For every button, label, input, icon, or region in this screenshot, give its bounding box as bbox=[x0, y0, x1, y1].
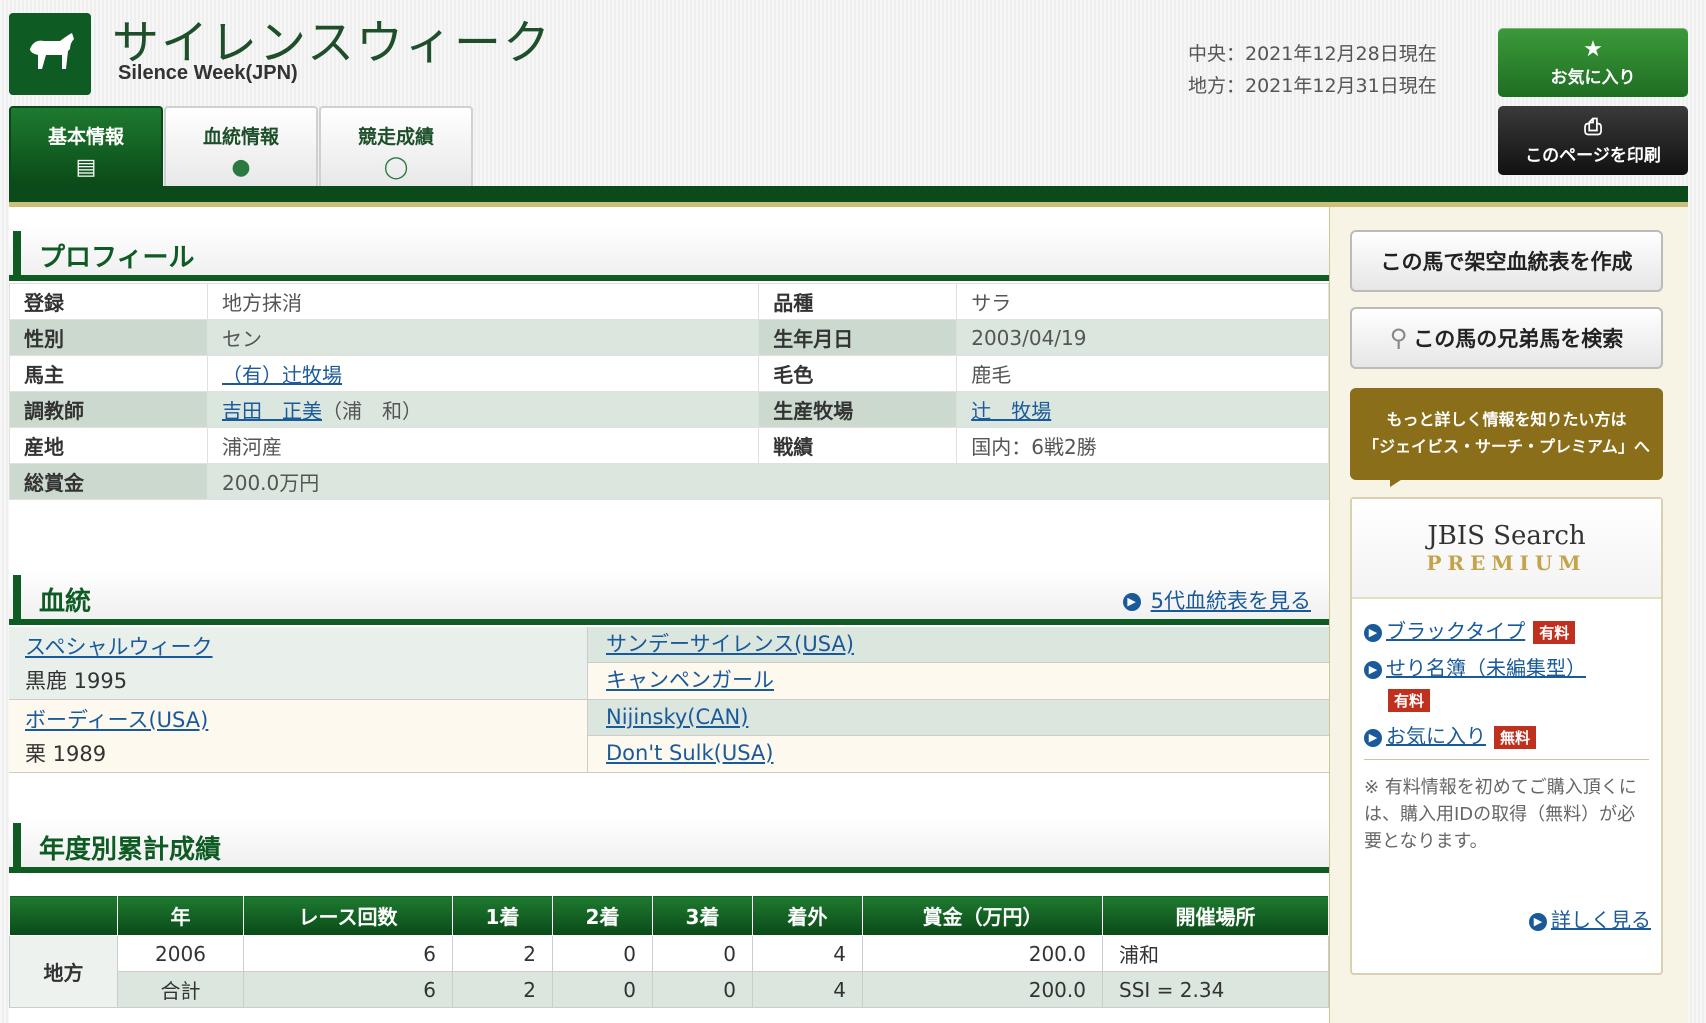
sire-sire-link[interactable]: サンデーサイレンス(USA) bbox=[606, 632, 854, 656]
sire-dam-link[interactable]: キャンペンガール bbox=[606, 668, 774, 692]
list-item: ▶ せり名簿（未編集型） 有料 bbox=[1364, 652, 1649, 712]
more-details-link[interactable]: 詳しく見る bbox=[1551, 908, 1651, 932]
tab-bar bbox=[9, 186, 1688, 202]
list-item: ▶ ブラックタイプ 有料 bbox=[1364, 615, 1649, 644]
purchase-note: ※ 有料情報を初めてご購入頂くには、購入用IDの取得（無料）が必要となります。 bbox=[1364, 759, 1649, 855]
arrow-icon: ▶ bbox=[1364, 623, 1382, 642]
table-row: ボーディース(USA) 栗 1989 Nijinsky(CAN) Don't S… bbox=[9, 700, 1329, 773]
table-row: 総賞金 200.0万円 bbox=[9, 463, 1329, 500]
document-icon: ▤ bbox=[75, 155, 97, 180]
search-siblings-button[interactable]: ⚲ この馬の兄弟馬を検索 bbox=[1350, 307, 1663, 369]
tab-basic-info[interactable]: 基本情報 ▤ bbox=[9, 106, 163, 186]
jbis-logo: JBIS Search PREMIUM bbox=[1352, 499, 1661, 599]
black-type-link[interactable]: ブラックタイプ bbox=[1386, 619, 1525, 643]
table-row: 産地 浦河産 戦績 国内：6戦2勝 bbox=[9, 427, 1329, 464]
breeder-link[interactable]: 辻 牧場 bbox=[971, 399, 1051, 423]
arrow-icon: ▶ bbox=[1122, 593, 1141, 611]
search-icon: ⚲ bbox=[1389, 324, 1408, 352]
favorites-link[interactable]: お気に入り bbox=[1386, 724, 1486, 748]
date-local: 地方：2021年12月31日現在 bbox=[1188, 75, 1437, 97]
premium-box: JBIS Search PREMIUM ▶ ブラックタイプ 有料 ▶ せり名簿（未編集… bbox=[1350, 497, 1663, 975]
main-content: プロフィール 登録 地方抹消 品種 サラ 性別 セン 生年月日 2003/04/… bbox=[9, 207, 1329, 1023]
pedigree-heading: 血統 ▶ 5代血統表を見る bbox=[9, 569, 1329, 625]
table-row: 登録 地方抹消 品種 サラ bbox=[9, 283, 1329, 320]
arrow-icon: ▶ bbox=[1364, 728, 1382, 747]
premium-promo[interactable]: もっと詳しく情報を知りたい方は 「ジェイビス・サーチ・プレミアム」へ bbox=[1350, 388, 1663, 487]
sire-link[interactable]: スペシャルウィーク bbox=[25, 635, 213, 659]
paid-badge: 有料 bbox=[1533, 621, 1576, 644]
profile-table: 登録 地方抹消 品種 サラ 性別 セン 生年月日 2003/04/19 馬主 （… bbox=[9, 283, 1329, 500]
table-row: 調教師 吉田 正美（浦 和） 生産牧場 辻 牧場 bbox=[9, 391, 1329, 428]
dam-link[interactable]: ボーディース(USA) bbox=[25, 708, 208, 732]
printer-icon: ⎙ bbox=[1584, 115, 1602, 140]
table-row: 合計 6 2 0 0 4 200.0 SSI = 2.34 bbox=[10, 971, 1329, 1008]
date-central: 中央：2021年12月28日現在 bbox=[1188, 43, 1437, 65]
track-icon: ◯ bbox=[383, 155, 409, 180]
auction-catalog-link[interactable]: せり名簿（未編集型） bbox=[1386, 656, 1586, 680]
tab-race-results[interactable]: 競走成績 ◯ bbox=[319, 106, 473, 186]
table-header-row: 年 レース回数 1着 2着 3着 着外 賞金（万円） 開催場所 bbox=[9, 895, 1329, 936]
tab-pedigree-info[interactable]: 血統情報 ● bbox=[164, 106, 318, 186]
arrow-icon: ▶ bbox=[1529, 912, 1547, 931]
dam-sire-link[interactable]: Nijinsky(CAN) bbox=[606, 705, 748, 729]
table-row: 性別 セン 生年月日 2003/04/19 bbox=[9, 319, 1329, 356]
paid-badge: 有料 bbox=[1388, 689, 1431, 712]
table-row: 馬主 （有）辻牧場 毛色 鹿毛 bbox=[9, 355, 1329, 392]
drop-icon: ● bbox=[231, 155, 251, 180]
owner-link[interactable]: （有）辻牧場 bbox=[222, 363, 342, 387]
pedigree-table: スペシャルウィーク 黒鹿 1995 サンデーサイレンス(USA) キャンペンガー… bbox=[9, 627, 1329, 773]
sidebar: この馬で架空血統表を作成 ⚲ この馬の兄弟馬を検索 もっと詳しく情報を知りたい方… bbox=[1329, 207, 1688, 1023]
page-subtitle: Silence Week(JPN) bbox=[118, 62, 298, 84]
arrow-icon: ▶ bbox=[1364, 660, 1382, 679]
create-pedigree-button[interactable]: この馬で架空血統表を作成 bbox=[1350, 230, 1663, 292]
print-button[interactable]: ⎙ このページを印刷 bbox=[1498, 106, 1688, 175]
stats-table: 年 レース回数 1着 2着 3着 着外 賞金（万円） 開催場所 地方 2006 … bbox=[9, 895, 1329, 1008]
star-folder-icon: ★ bbox=[1583, 37, 1603, 62]
stats-heading: 年度別累計成績 bbox=[9, 817, 1329, 873]
five-gen-pedigree-link[interactable]: 5代血統表を見る bbox=[1151, 589, 1311, 613]
favorite-button[interactable]: ★ お気に入り bbox=[1498, 28, 1688, 97]
horse-logo-icon bbox=[9, 13, 91, 95]
trainer-link[interactable]: 吉田 正美 bbox=[222, 399, 322, 423]
list-item: ▶ お気に入り 無料 bbox=[1364, 720, 1649, 749]
free-badge: 無料 bbox=[1494, 726, 1537, 749]
profile-heading: プロフィール bbox=[9, 225, 1329, 281]
update-dates: 中央：2021年12月28日現在 地方：2021年12月31日現在 bbox=[1188, 38, 1437, 102]
dam-dam-link[interactable]: Don't Sulk(USA) bbox=[606, 741, 774, 765]
table-row: スペシャルウィーク 黒鹿 1995 サンデーサイレンス(USA) キャンペンガー… bbox=[9, 627, 1329, 700]
table-row: 地方 2006 6 2 0 0 4 200.0 浦和 bbox=[9, 935, 1329, 1008]
